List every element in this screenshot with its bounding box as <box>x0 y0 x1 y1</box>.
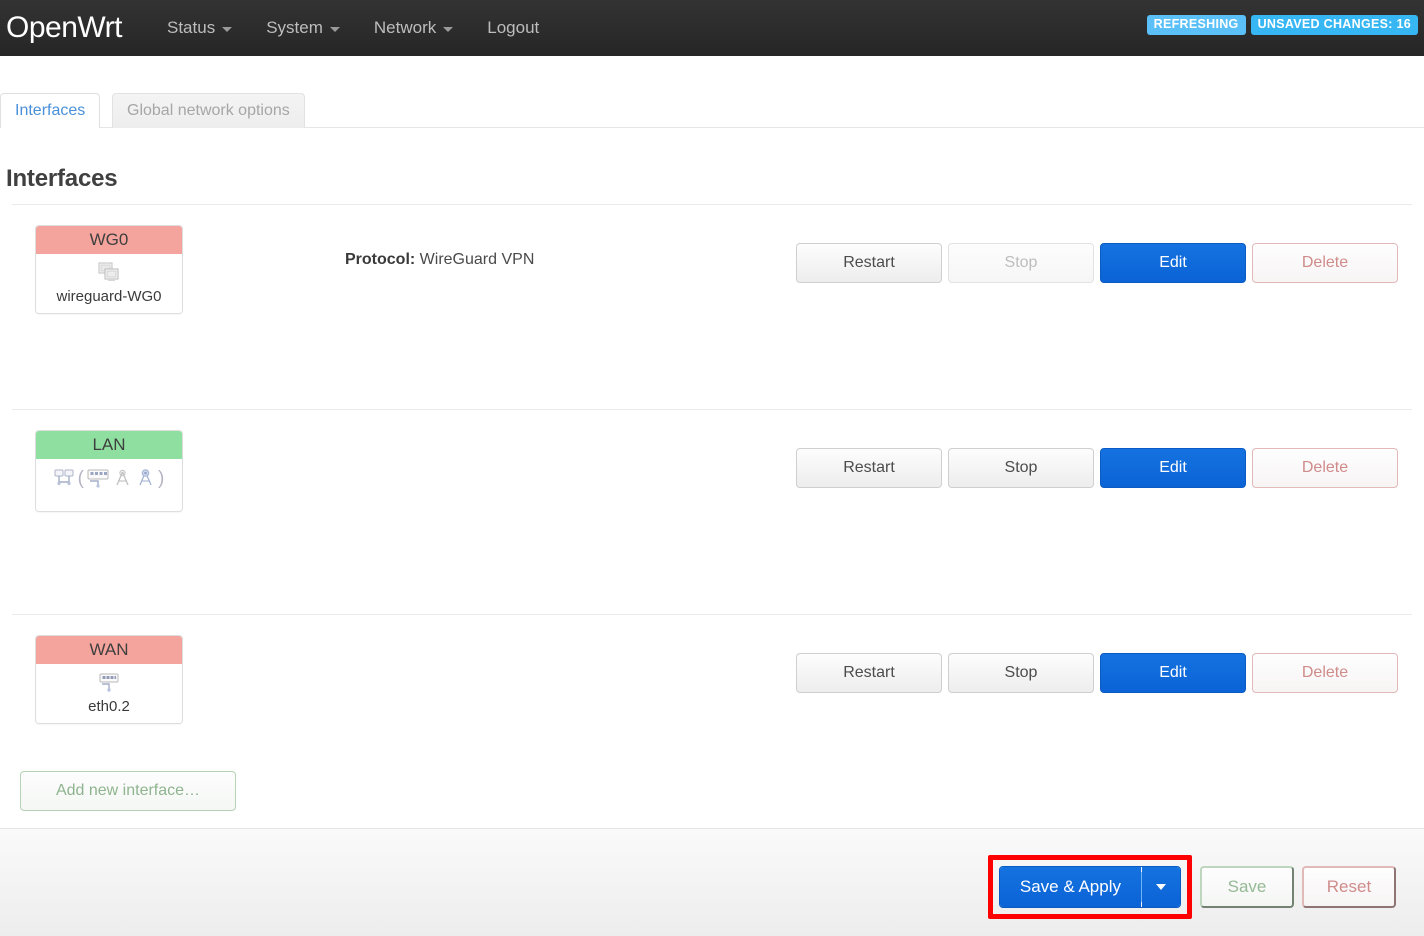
wireless-icon <box>112 468 133 488</box>
interface-name-wan: WAN <box>36 636 182 664</box>
interface-protocol-wg0: Protocol: WireGuard VPN <box>345 251 534 269</box>
ethernet-icon <box>97 673 121 693</box>
tab-global-network-options[interactable]: Global network options <box>112 93 305 128</box>
nav-item-logout[interactable]: Logout <box>470 0 556 56</box>
interface-device-label-wg0: wireguard-WG0 <box>40 288 178 305</box>
interface-badge-wg0[interactable]: WG0 wireguard-WG0 <box>35 225 183 314</box>
interface-device-label-wan: eth0.2 <box>40 698 178 715</box>
stop-button-wan[interactable]: Stop <box>948 653 1094 693</box>
stop-button-lan[interactable]: Stop <box>948 448 1094 488</box>
interface-actions-wan: Restart Stop Edit Delete <box>796 653 1398 693</box>
tab-strip: Interfaces Global network options <box>0 93 1424 128</box>
interface-icons-lan: ( <box>40 465 178 491</box>
save-apply-dropdown-toggle[interactable] <box>1142 867 1180 907</box>
add-new-interface-button[interactable]: Add new interface… <box>20 771 236 811</box>
interface-name-wg0: WG0 <box>36 226 182 254</box>
nav-item-logout-label: Logout <box>487 0 539 56</box>
interface-icons-wan <box>40 670 178 696</box>
chevron-down-icon <box>443 27 453 32</box>
tab-global-network-options-label: Global network options <box>127 102 290 120</box>
save-apply-highlight: Save & Apply <box>988 855 1192 919</box>
chevron-down-icon <box>1156 884 1166 890</box>
interface-row-lan: LAN ( <box>12 409 1412 614</box>
stop-button-wg0[interactable]: Stop <box>948 243 1094 283</box>
brand-logo[interactable]: OpenWrt <box>0 0 150 56</box>
save-and-apply-split-button[interactable]: Save & Apply <box>999 866 1181 908</box>
delete-button-wg0[interactable]: Delete <box>1252 243 1398 283</box>
page-title: Interfaces <box>6 165 117 193</box>
delete-button-wan[interactable]: Delete <box>1252 653 1398 693</box>
close-paren: ) <box>158 469 164 488</box>
save-and-apply-button[interactable]: Save & Apply <box>1000 867 1141 907</box>
chevron-down-icon <box>222 27 232 32</box>
status-badges: REFRESHING UNSAVED CHANGES: 16 <box>1147 15 1418 35</box>
interface-device-wg0: wireguard-WG0 <box>36 254 182 313</box>
tab-interfaces-label: Interfaces <box>15 102 85 120</box>
delete-button-lan[interactable]: Delete <box>1252 448 1398 488</box>
open-paren: ( <box>78 469 84 488</box>
nav-item-status[interactable]: Status <box>150 0 249 56</box>
interface-device-lan: ( <box>36 459 182 511</box>
restart-button-wg0[interactable]: Restart <box>796 243 942 283</box>
protocol-label: Protocol: <box>345 251 415 268</box>
edit-button-lan[interactable]: Edit <box>1100 448 1246 488</box>
nav-item-system[interactable]: System <box>249 0 357 56</box>
unsaved-changes-badge[interactable]: UNSAVED CHANGES: 16 <box>1251 15 1418 35</box>
nav-item-status-label: Status <box>167 0 215 56</box>
nav-item-network[interactable]: Network <box>357 0 470 56</box>
protocol-value: WireGuard VPN <box>420 251 535 268</box>
bridge-icon <box>54 468 76 488</box>
interface-icons-wg0 <box>40 260 178 286</box>
interface-name-lan: LAN <box>36 431 182 459</box>
interface-row-wg0: WG0 wireguard-WG0 <box>12 204 1412 409</box>
nav-item-network-label: Network <box>374 0 436 56</box>
tab-interfaces[interactable]: Interfaces <box>0 93 100 128</box>
save-button[interactable]: Save <box>1200 866 1294 908</box>
edit-button-wg0[interactable]: Edit <box>1100 243 1246 283</box>
restart-button-lan[interactable]: Restart <box>796 448 942 488</box>
edit-button-wan[interactable]: Edit <box>1100 653 1246 693</box>
interface-badge-lan[interactable]: LAN ( <box>35 430 183 512</box>
restart-button-wan[interactable]: Restart <box>796 653 942 693</box>
chevron-down-icon <box>330 27 340 32</box>
refreshing-badge[interactable]: REFRESHING <box>1147 15 1246 35</box>
interface-list: WG0 wireguard-WG0 <box>0 204 1424 819</box>
nav-item-system-label: System <box>266 0 323 56</box>
wireless-icon <box>135 468 156 488</box>
ethernet-switch-icon <box>86 468 110 488</box>
footer-buttons: Save & Apply Save Reset <box>988 855 1396 919</box>
footer-action-bar: Save & Apply Save Reset <box>0 828 1424 936</box>
interface-badge-wan[interactable]: WAN <box>35 635 183 724</box>
interface-device-wan: eth0.2 <box>36 664 182 723</box>
add-interface-wrap: Add new interface… <box>20 771 236 811</box>
tunnel-device-icon <box>97 262 121 284</box>
interface-actions-lan: Restart Stop Edit Delete <box>796 448 1398 488</box>
interface-actions-wg0: Restart Stop Edit Delete <box>796 243 1398 283</box>
reset-button[interactable]: Reset <box>1302 866 1396 908</box>
nav-menu: Status System Network Logout <box>150 0 556 56</box>
openwrt-luci-page: OpenWrt Status System Network Logout REF… <box>0 0 1424 936</box>
top-navigation-bar: OpenWrt Status System Network Logout REF… <box>0 0 1424 56</box>
